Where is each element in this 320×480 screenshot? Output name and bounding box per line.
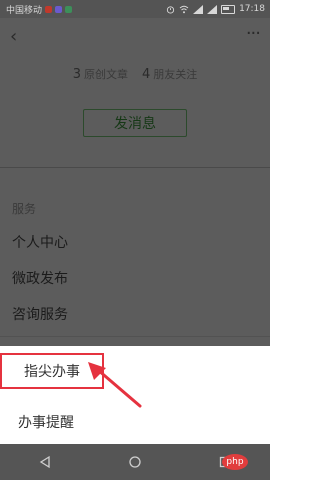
nav-back-icon[interactable] [38, 455, 52, 469]
account-stats: 3 原创文章 4 朋友关注 [0, 66, 270, 90]
nav-home-icon[interactable] [128, 455, 142, 469]
notification-app-icon [55, 5, 63, 13]
followers-label: 朋友关注 [153, 68, 198, 81]
more-icon[interactable]: ··· [246, 23, 261, 44]
menu-item-gov-release[interactable]: 微政发布 [12, 268, 68, 288]
section-divider [0, 167, 270, 168]
battery-icon [221, 4, 236, 14]
services-title: 服务 [12, 202, 37, 216]
followers-count: 4 [142, 67, 151, 82]
status-right: 17:18 [166, 4, 270, 14]
section-divider [0, 336, 270, 337]
menu-item-consult-service[interactable]: 咨询服务 [12, 304, 68, 324]
carrier-label: 中国移动 [6, 5, 43, 16]
screen: 中国移动 17:18 ‹ ··· 3 原创文章 4 朋友关注 发消息 服务 个人… [0, 0, 270, 480]
articles-label: 原创文章 [84, 68, 128, 81]
signal-icon [193, 4, 204, 14]
clock-label: 17:18 [239, 4, 265, 14]
php-watermark-logo: php [222, 454, 248, 470]
followers-stat[interactable]: 4 朋友关注 [142, 66, 197, 90]
send-message-button[interactable]: 发消息 [83, 109, 187, 137]
watermark-text: php [226, 457, 244, 467]
alarm-icon [166, 5, 175, 14]
back-icon[interactable]: ‹ [10, 26, 17, 47]
status-bar: 中国移动 17:18 [0, 0, 270, 18]
status-left: 中国移动 [0, 3, 73, 16]
articles-stat[interactable]: 3 原创文章 [73, 66, 128, 90]
top-nav: ‹ ··· [0, 18, 270, 56]
menu-item-label: 指尖办事 [24, 364, 80, 380]
annotation-arrow-icon [88, 362, 142, 408]
signal-icon [207, 4, 218, 14]
notification-app-icon [65, 5, 73, 13]
notification-app-icon [45, 5, 53, 13]
wifi-icon [179, 5, 189, 13]
menu-item-service-reminder[interactable]: 办事提醒 [18, 412, 74, 432]
menu-item-personal-center[interactable]: 个人中心 [12, 232, 68, 252]
articles-count: 3 [72, 67, 81, 82]
